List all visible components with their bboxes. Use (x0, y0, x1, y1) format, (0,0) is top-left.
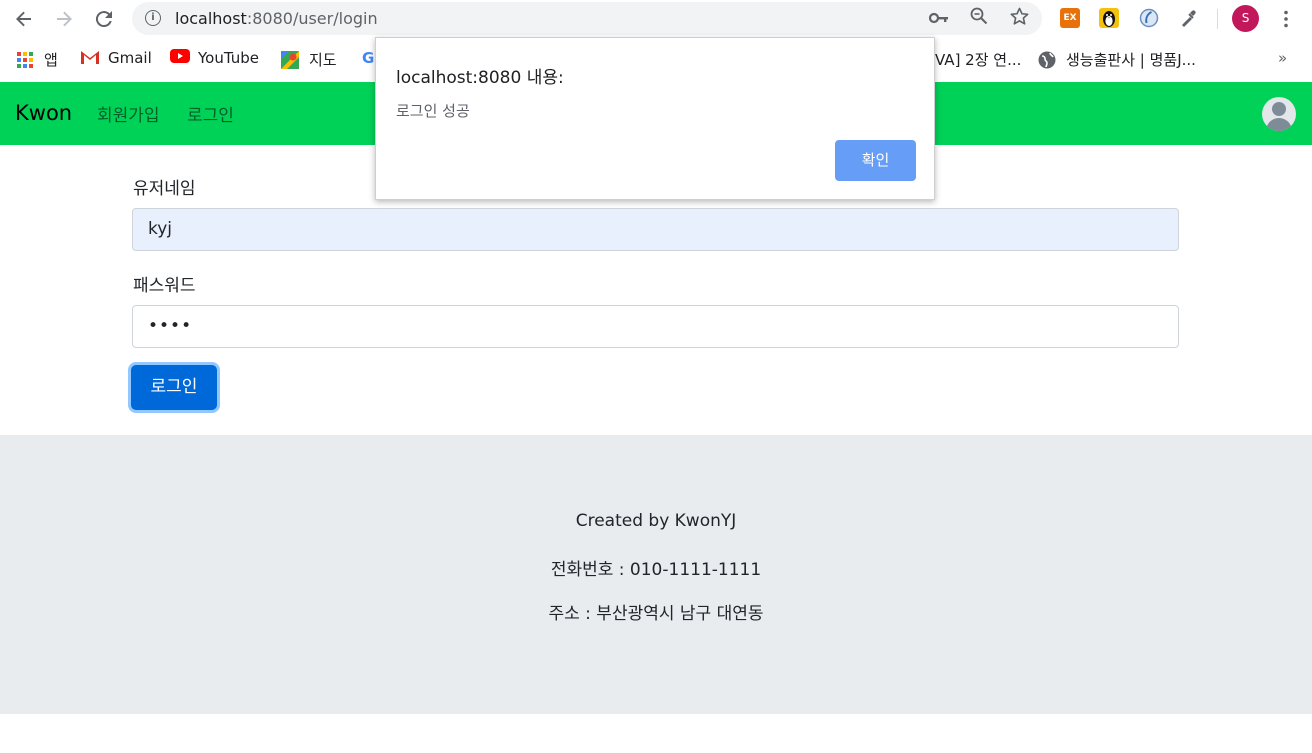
username-value: kyj (148, 219, 173, 239)
bookmark-label: 앱 (44, 51, 58, 69)
bookmark-apps[interactable]: 앱 (16, 49, 58, 70)
key-icon[interactable] (927, 7, 951, 31)
nav-link-signup[interactable]: 회원가입 (97, 101, 160, 126)
bookmark-gmail[interactable]: Gmail (80, 49, 152, 67)
address-bar[interactable]: i localhost:8080/user/login (132, 2, 1042, 35)
bookmark-label: YouTube (198, 49, 259, 67)
reload-icon[interactable] (91, 6, 117, 32)
alert-dialog: localhost:8080 내용: 로그인 성공 확인 (375, 37, 935, 200)
bookmark-publisher[interactable]: 생능출판사 | 명품J... (1038, 49, 1196, 70)
bookmark-label: VA] 2장 연... (935, 51, 1022, 69)
eyedropper-icon[interactable] (1179, 8, 1199, 28)
zoom-icon[interactable] (967, 7, 991, 31)
bookmark-google[interactable]: G (362, 49, 374, 67)
browser-toolbar: i localhost:8080/user/login EX S (0, 0, 1312, 37)
more-menu-icon[interactable] (1273, 6, 1299, 32)
footer-created-by: Created by KwonYJ (575, 511, 737, 531)
username-label: 유저네임 (133, 179, 196, 199)
maps-icon (281, 50, 299, 69)
penguin-extension-icon[interactable] (1099, 8, 1119, 28)
bookmarks-overflow-button[interactable]: » (1278, 49, 1287, 67)
dialog-message: 로그인 성공 (396, 102, 470, 120)
bookmark-youtube[interactable]: YouTube (170, 49, 259, 67)
forward-arrow-icon[interactable] (51, 6, 77, 32)
globe-icon (1038, 51, 1056, 69)
gmail-icon (80, 49, 99, 67)
youtube-icon (170, 49, 190, 67)
site-info-icon[interactable]: i (145, 10, 161, 26)
navbar-brand[interactable]: Kwon (15, 101, 72, 125)
apps-grid-icon (16, 51, 34, 69)
password-field[interactable]: •••• (132, 305, 1179, 348)
bookmark-label: 생능출판사 | 명품J... (1066, 51, 1196, 69)
google-g-icon: G (362, 49, 375, 67)
extension-ex-icon[interactable]: EX (1060, 8, 1080, 28)
bookmark-maps[interactable]: 지도 (281, 49, 337, 70)
dialog-ok-button[interactable]: 확인 (835, 140, 916, 181)
footer: Created by KwonYJ 전화번호 : 010-1111-1111 주… (0, 435, 1312, 714)
back-arrow-icon[interactable] (11, 6, 37, 32)
username-field[interactable]: kyj (132, 208, 1179, 251)
bookmark-label: Gmail (108, 49, 152, 67)
bookmark-java[interactable]: VA] 2장 연... (935, 49, 1021, 70)
toolbar-divider (1217, 9, 1218, 29)
extension-circle-icon[interactable] (1139, 8, 1159, 28)
password-label: 패스워드 (133, 276, 196, 296)
footer-address: 주소 : 부산광역시 남구 대연동 (548, 604, 764, 624)
profile-avatar[interactable]: S (1232, 5, 1259, 32)
bookmark-label: 지도 (309, 51, 337, 69)
footer-phone: 전화번호 : 010-1111-1111 (550, 560, 762, 580)
user-avatar-icon[interactable] (1262, 97, 1296, 131)
password-value: •••• (148, 316, 193, 336)
dialog-title: localhost:8080 내용: (396, 68, 564, 88)
nav-link-login[interactable]: 로그인 (187, 101, 234, 126)
star-icon[interactable] (1007, 7, 1031, 31)
url-text[interactable]: localhost:8080/user/login (175, 9, 378, 28)
login-submit-button[interactable]: 로그인 (131, 365, 217, 410)
